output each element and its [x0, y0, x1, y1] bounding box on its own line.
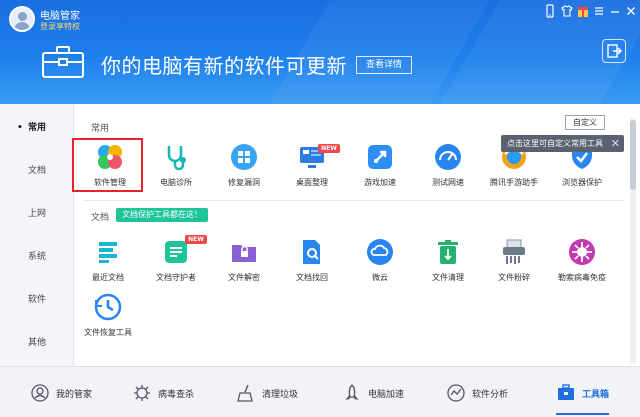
- tool-fix-vulnerabilities[interactable]: 修复漏洞: [208, 140, 280, 192]
- customize-button[interactable]: 自定义: [565, 115, 605, 130]
- virus-icon: [134, 385, 150, 401]
- bottom-nav: 我的管家 病毒查杀 清理垃圾 电脑加速 软件分析 工具箱: [0, 366, 640, 417]
- category-sidebar: 常用 文档 上网 系统 软件 其他: [0, 104, 74, 366]
- tool-label: 勒索病毒免疫: [558, 273, 606, 282]
- file-search-icon: [297, 237, 327, 267]
- tool-speed-test[interactable]: 测试网速: [412, 140, 484, 192]
- skin-icon[interactable]: [560, 4, 574, 18]
- tool-label: 文档找回: [296, 273, 328, 282]
- tool-file-decrypt[interactable]: 文件解密: [208, 235, 280, 287]
- speedometer-icon: [433, 142, 463, 172]
- toolbox-icon: [42, 46, 84, 78]
- virus-shield-icon: [567, 237, 597, 267]
- tool-pc-clinic[interactable]: 电脑诊所: [140, 140, 212, 192]
- tool-label: 文档守护者: [156, 273, 196, 282]
- nav-clean-junk[interactable]: 清理垃圾: [236, 381, 298, 405]
- folder-lock-icon: [229, 237, 259, 267]
- sidebar-item-other[interactable]: 其他: [0, 333, 74, 353]
- tool-label: 桌面整理: [296, 178, 328, 187]
- view-details-button[interactable]: 查看详情: [356, 56, 412, 74]
- tool-software-manager[interactable]: 软件管理: [72, 138, 143, 192]
- nav-label: 工具箱: [582, 389, 610, 400]
- sidebar-item-system[interactable]: 系统: [0, 247, 74, 267]
- file-restore-icon: [93, 292, 123, 322]
- tool-label: 游戏加速: [364, 178, 396, 187]
- header-banner: 电脑管家 登录享特权 你的电脑有新的软件可更新 查看详情: [0, 0, 640, 104]
- nav-label: 电脑加速: [368, 389, 405, 400]
- tool-ransomware-immunity[interactable]: 勒索病毒免疫: [546, 235, 618, 287]
- scrollbar-thumb[interactable]: [630, 120, 636, 190]
- tool-label: 测试网速: [432, 178, 464, 187]
- new-badge: NEW: [318, 144, 340, 153]
- nav-my-manager[interactable]: 我的管家: [30, 381, 92, 405]
- tool-label: 文件粉碎: [498, 273, 530, 282]
- manager-icon: [31, 384, 49, 402]
- tool-document-recovery[interactable]: 文档找回: [276, 235, 348, 287]
- nav-toolbox[interactable]: 工具箱: [556, 381, 610, 415]
- tool-recent-documents[interactable]: 最近文档: [72, 235, 144, 287]
- menu-icon[interactable]: [592, 4, 606, 18]
- nav-label: 清理垃圾: [262, 389, 299, 400]
- gift-icon[interactable]: [576, 4, 590, 18]
- trash-icon: [433, 237, 463, 267]
- nav-label: 软件分析: [472, 389, 509, 400]
- tool-label: 腾讯手游助手: [490, 178, 538, 187]
- tool-label: 文件清理: [432, 273, 464, 282]
- tool-label: 文件恢复工具: [84, 328, 132, 337]
- exit-button[interactable]: [602, 39, 626, 63]
- user-avatar[interactable]: [9, 6, 35, 32]
- analysis-icon: [447, 384, 465, 402]
- nav-pc-boost[interactable]: 电脑加速: [342, 381, 404, 405]
- tool-label: 文件解密: [228, 273, 260, 282]
- tool-label: 软件管理: [94, 178, 126, 187]
- tool-file-recovery[interactable]: 文件恢复工具: [72, 290, 144, 342]
- tool-label: 微云: [372, 273, 388, 282]
- phone-icon[interactable]: [543, 4, 557, 18]
- sidebar-item-software[interactable]: 软件: [0, 290, 74, 310]
- documents-promo-tag: 文档保护工具都在这！: [116, 208, 208, 222]
- software-manager-icon: [95, 142, 125, 172]
- update-message: 你的电脑有新的软件可更新: [101, 54, 347, 78]
- sidebar-item-internet[interactable]: 上网: [0, 204, 74, 224]
- tool-game-boost[interactable]: 游戏加速: [344, 140, 416, 192]
- tool-label: 修复漏洞: [228, 178, 260, 187]
- login-link[interactable]: 登录享特权: [40, 21, 80, 32]
- nav-label: 病毒查杀: [158, 389, 195, 400]
- nav-software-analysis[interactable]: 软件分析: [446, 381, 508, 405]
- nav-label: 我的管家: [56, 389, 93, 400]
- rocket-icon: [345, 384, 359, 401]
- section-divider: [84, 200, 624, 201]
- customize-tooltip: 点击这里可自定义常用工具 ✕: [501, 135, 624, 152]
- sidebar-item-common[interactable]: 常用: [0, 118, 74, 138]
- cloud-icon: [365, 237, 395, 267]
- section-title-common: 常用: [91, 124, 110, 134]
- tool-label: 电脑诊所: [160, 178, 192, 187]
- nav-virus-scan[interactable]: 病毒查杀: [132, 381, 194, 405]
- tool-file-cleanup[interactable]: 文件清理: [412, 235, 484, 287]
- app-title: 电脑管家: [40, 11, 80, 22]
- tool-file-shredder[interactable]: 文件粉碎: [478, 235, 550, 287]
- windows-icon: [229, 142, 259, 172]
- recent-docs-icon: [93, 237, 123, 267]
- close-icon[interactable]: [624, 4, 638, 18]
- tooltip-text: 点击这里可自定义常用工具: [507, 139, 603, 148]
- tool-label: 最近文档: [92, 273, 124, 282]
- tool-weiyun[interactable]: 微云: [344, 235, 416, 287]
- tooltip-close-icon[interactable]: ✕: [611, 135, 620, 152]
- tool-label: 浏览器保护: [562, 178, 602, 187]
- broom-icon: [237, 384, 253, 402]
- minimize-icon[interactable]: [608, 4, 622, 18]
- shredder-icon: [499, 237, 529, 267]
- section-title-documents: 文档: [91, 213, 110, 223]
- toolbox-icon: [558, 384, 574, 400]
- sidebar-item-documents[interactable]: 文档: [0, 161, 74, 181]
- stethoscope-icon: [161, 142, 191, 172]
- rocket-icon: [365, 142, 395, 172]
- new-badge: NEW: [185, 235, 207, 244]
